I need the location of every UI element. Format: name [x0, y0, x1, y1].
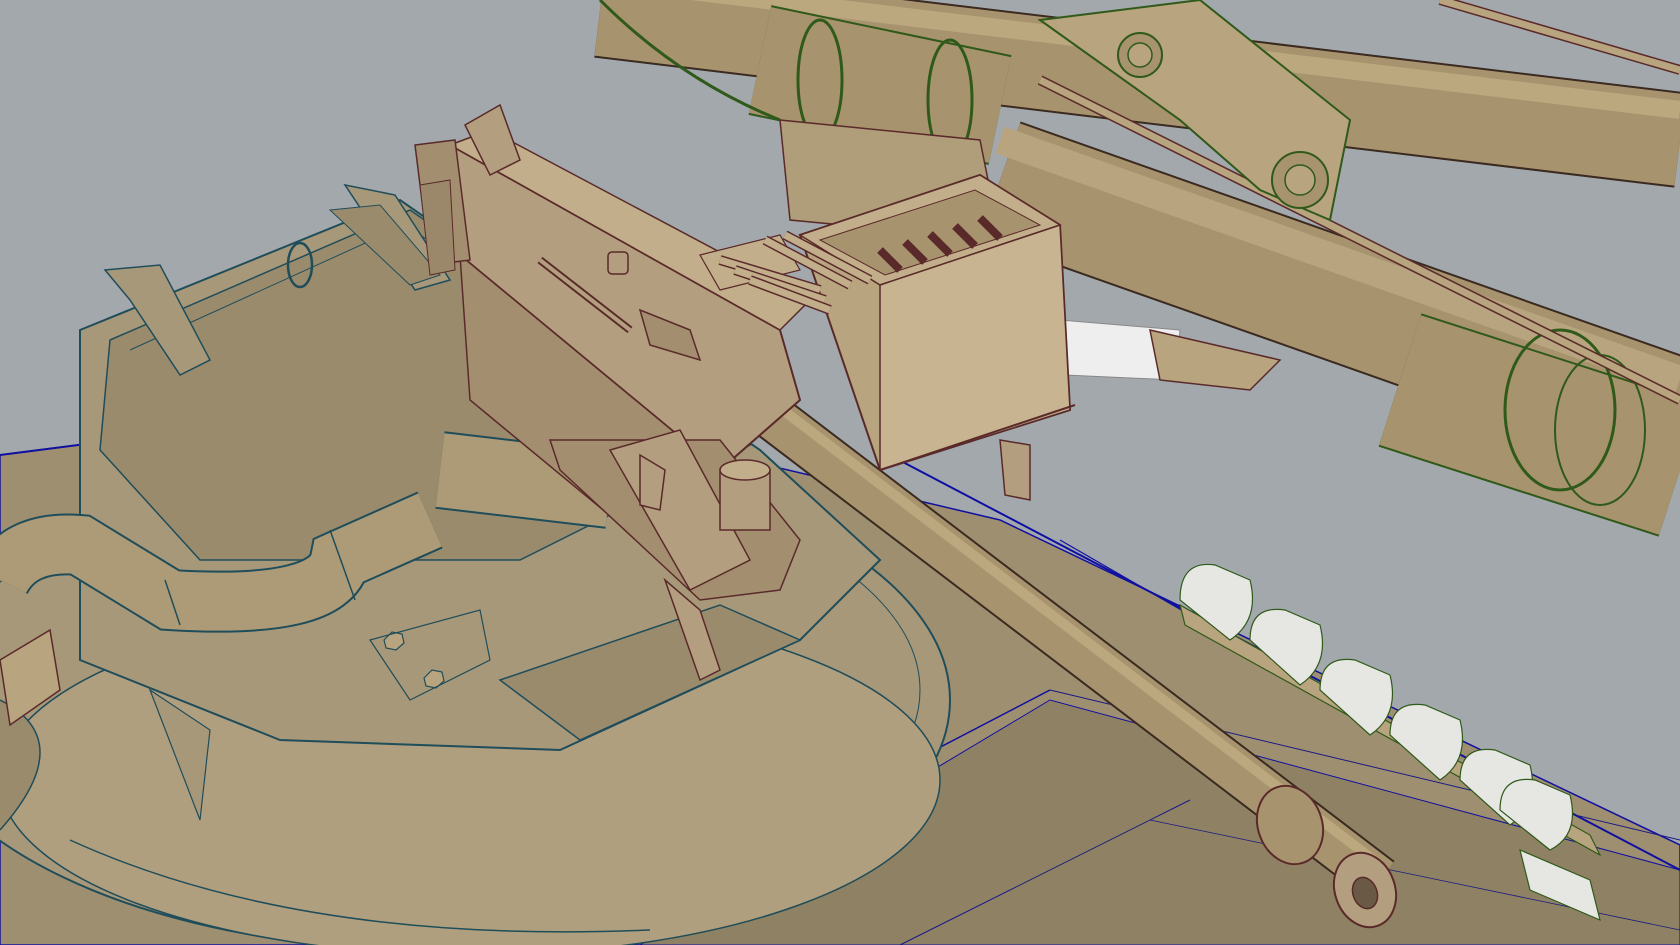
3d-model-canvas[interactable] — [0, 0, 1680, 945]
barrel-mount-underside — [1149, 329, 1282, 391]
cad-3d-viewport[interactable] — [0, 0, 1680, 945]
ammo-can-clip — [999, 439, 1031, 501]
mg-knob — [607, 251, 629, 275]
